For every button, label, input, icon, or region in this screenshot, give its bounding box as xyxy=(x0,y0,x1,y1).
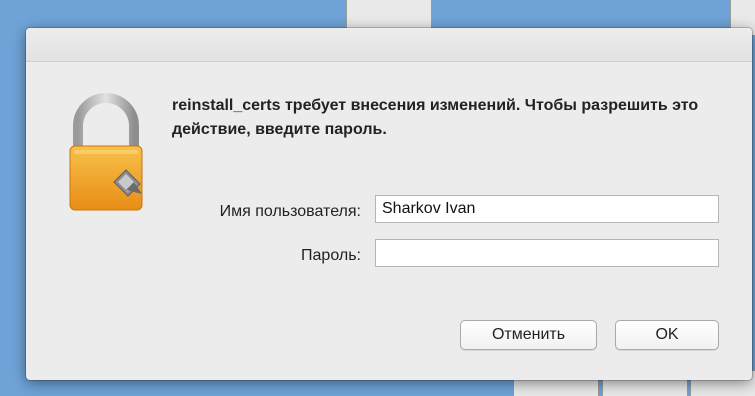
username-field[interactable] xyxy=(375,195,719,223)
dialog-message: reinstall_certs требует внесения изменен… xyxy=(172,97,699,138)
ok-button[interactable]: OK xyxy=(615,320,719,350)
password-field[interactable] xyxy=(375,239,719,267)
password-label: Пароль: xyxy=(301,247,361,264)
authentication-dialog: reinstall_certs требует внесения изменен… xyxy=(26,28,752,380)
lock-icon xyxy=(69,93,143,211)
desktop-background: reinstall_certs требует внесения изменен… xyxy=(0,0,755,396)
cancel-button[interactable]: Отменить xyxy=(460,320,597,350)
dialog-titlebar xyxy=(26,28,752,62)
username-label: Имя пользователя: xyxy=(219,203,361,220)
